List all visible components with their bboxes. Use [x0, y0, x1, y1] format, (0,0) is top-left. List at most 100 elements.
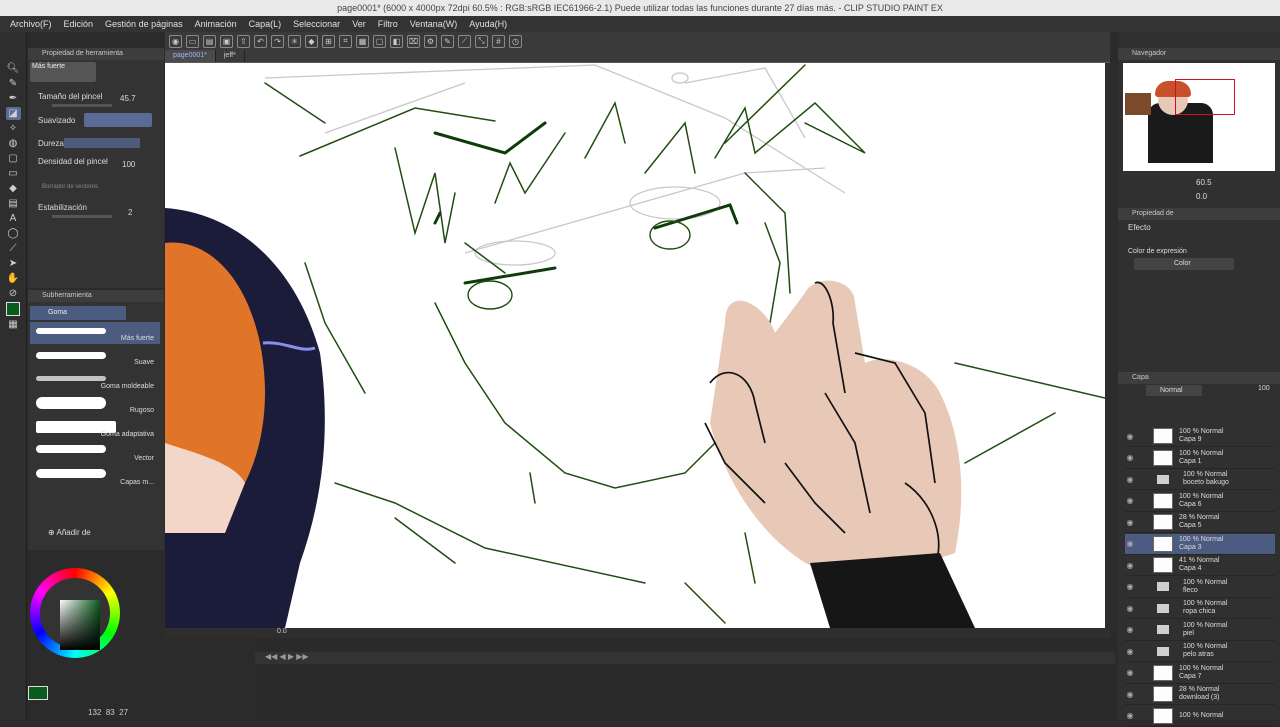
subtool-item[interactable]: Capas m...: [30, 466, 160, 488]
menu-archivo[interactable]: Archivo(F): [4, 19, 58, 29]
spinner-icon[interactable]: ✳: [288, 34, 301, 48]
layer-row[interactable]: ◉ 100 % Normal Capa 7: [1125, 663, 1275, 684]
fill-icon[interactable]: ◆: [305, 34, 318, 48]
menu-capa[interactable]: Capa(L): [243, 19, 288, 29]
subtool-item[interactable]: Suave: [30, 346, 160, 368]
text-tool-icon[interactable]: A: [6, 212, 21, 225]
figure-tool-icon[interactable]: ▢: [6, 152, 21, 165]
density-value[interactable]: 100: [122, 160, 135, 169]
layer-visibility-icon[interactable]: ◉: [1125, 582, 1135, 591]
layer-visibility-icon[interactable]: ◉: [1125, 647, 1135, 656]
layer-visibility-icon[interactable]: ◉: [1125, 453, 1135, 462]
layer-visibility-icon[interactable]: ◉: [1125, 711, 1135, 720]
subtool-item[interactable]: Vector: [30, 442, 160, 464]
main-color-indicator[interactable]: [28, 686, 48, 700]
layer-visibility-icon[interactable]: ◉: [1125, 690, 1135, 699]
layer-row[interactable]: ◉ 100 % Normal pelo atras: [1125, 641, 1275, 662]
menu-ayuda[interactable]: Ayuda(H): [463, 19, 513, 29]
eraser-tool-icon[interactable]: ◪: [5, 107, 21, 120]
layer-row[interactable]: ◉ 100 % Normal Capa 6: [1125, 491, 1275, 512]
stabilization-value[interactable]: 2: [128, 208, 132, 217]
layer-row[interactable]: ◉ 100 % Normal fleco: [1125, 577, 1275, 598]
color-square[interactable]: [60, 600, 100, 650]
layer-visibility-icon[interactable]: ◉: [1125, 604, 1135, 613]
deselect-icon[interactable]: ▢: [373, 34, 386, 48]
layer-row[interactable]: ◉ 28 % Normal Capa 5: [1125, 512, 1275, 533]
save-icon[interactable]: ▣: [220, 34, 233, 48]
layer-row[interactable]: ◉ 28 % Normal download (3): [1125, 684, 1275, 705]
transform-icon[interactable]: ⊞: [322, 34, 335, 48]
eyedropper-tool-icon[interactable]: ⊘: [6, 287, 21, 300]
layer-visibility-icon[interactable]: ◉: [1125, 668, 1135, 677]
layer-visibility-icon[interactable]: ◉: [1125, 432, 1135, 441]
brush-size-slider[interactable]: [52, 104, 112, 107]
menu-seleccionar[interactable]: Seleccionar: [287, 19, 346, 29]
new-icon[interactable]: ▭: [186, 34, 199, 48]
main-color-swatch[interactable]: [6, 302, 20, 316]
subtool-item[interactable]: Goma moldeable: [30, 370, 160, 392]
layer-row[interactable]: ◉ 100 % Normal Capa 1: [1125, 448, 1275, 469]
redo-icon[interactable]: ↷: [271, 34, 284, 48]
zoom-tool-icon[interactable]: 🔍︎: [6, 62, 21, 75]
hardness-selector[interactable]: [64, 138, 140, 148]
subtool-item[interactable]: Goma adaptativa: [30, 418, 160, 440]
rotation-value[interactable]: 0.0: [1196, 192, 1207, 201]
move-tool-icon[interactable]: ✋: [6, 272, 21, 285]
layer-visibility-icon[interactable]: ◉: [1125, 518, 1135, 527]
ruler-tool-icon[interactable]: ⟋: [6, 242, 21, 255]
transparent-swatch[interactable]: ▦: [6, 318, 21, 331]
layer-visibility-icon[interactable]: ◉: [1125, 475, 1135, 484]
pen-tool-icon[interactable]: ✒: [6, 92, 21, 105]
tab-jeff[interactable]: jeff*: [216, 50, 245, 62]
fill-tool-icon[interactable]: ◆: [6, 182, 21, 195]
navigator-preview[interactable]: [1123, 63, 1275, 171]
stabilization-slider[interactable]: [52, 215, 112, 218]
timer-icon[interactable]: ◷: [509, 34, 522, 48]
blend-mode-select[interactable]: Normal: [1146, 385, 1202, 396]
pencil-tool-icon[interactable]: ✎: [6, 77, 21, 90]
ruler-icon[interactable]: ⟋: [458, 34, 471, 48]
balloon-tool-icon[interactable]: ◯: [6, 227, 21, 240]
operation-tool-icon[interactable]: ➤: [6, 257, 21, 270]
decoration-tool-icon[interactable]: ✧: [6, 122, 21, 135]
menu-gestion-paginas[interactable]: Gestión de páginas: [99, 19, 189, 29]
select-all-icon[interactable]: ▦: [356, 34, 369, 48]
layer-row[interactable]: ◉ 100 % Normal Capa 3: [1125, 533, 1275, 555]
vector-eraser-label[interactable]: Borrador de vectores: [42, 184, 98, 190]
layer-row[interactable]: ◉ 41 % Normal Capa 4: [1125, 555, 1275, 576]
layer-visibility-icon[interactable]: ◉: [1125, 539, 1135, 548]
subtool-item[interactable]: Rugoso: [30, 394, 160, 416]
clip-studio-icon[interactable]: ◉: [169, 34, 182, 48]
subtool-item[interactable]: Más fuerte: [30, 322, 160, 344]
pen-icon[interactable]: ✎: [441, 34, 454, 48]
clip-icon[interactable]: ⌧: [407, 34, 420, 48]
layer-visibility-icon[interactable]: ◉: [1125, 625, 1135, 634]
timeline-controls[interactable]: ◀◀ ◀ ▶ ▶▶: [255, 652, 1115, 664]
subtool-group-tab[interactable]: Goma: [30, 306, 126, 320]
expression-color-select[interactable]: Color: [1134, 258, 1234, 270]
layer-row[interactable]: ◉ 100 % Normal: [1125, 706, 1275, 727]
layer-visibility-icon[interactable]: ◉: [1125, 561, 1135, 570]
vertical-scrollbar[interactable]: [1105, 63, 1113, 628]
crop-icon[interactable]: ⌗: [339, 34, 352, 48]
invert-icon[interactable]: ◧: [390, 34, 403, 48]
menu-ver[interactable]: Ver: [346, 19, 372, 29]
open-icon[interactable]: ▤: [203, 34, 216, 48]
blend-tool-icon[interactable]: ◍: [6, 137, 21, 150]
menu-edicion[interactable]: Edición: [58, 19, 100, 29]
frame-tool-icon[interactable]: ▭: [6, 167, 21, 180]
layer-row[interactable]: ◉ 100 % Normal boceto bakugo: [1125, 469, 1275, 490]
layer-row[interactable]: ◉ 100 % Normal ropa chica: [1125, 598, 1275, 619]
layer-row[interactable]: ◉ 100 % Normal piel: [1125, 620, 1275, 641]
settings-icon[interactable]: ⚙: [424, 34, 437, 48]
horizontal-scrollbar[interactable]: 0.0: [165, 628, 1110, 638]
menu-ventana[interactable]: Ventana(W): [404, 19, 464, 29]
zoom-value[interactable]: 60.5: [1196, 178, 1212, 187]
add-subtool-button[interactable]: ⊕ Añadir de: [48, 528, 91, 537]
export-icon[interactable]: ⇪: [237, 34, 250, 48]
menu-animacion[interactable]: Animación: [189, 19, 243, 29]
smoothing-selector[interactable]: [84, 113, 152, 127]
layer-row[interactable]: ◉ 100 % Normal Capa 9: [1125, 426, 1275, 447]
layer-visibility-icon[interactable]: ◉: [1125, 496, 1135, 505]
grid-icon[interactable]: #: [492, 34, 505, 48]
